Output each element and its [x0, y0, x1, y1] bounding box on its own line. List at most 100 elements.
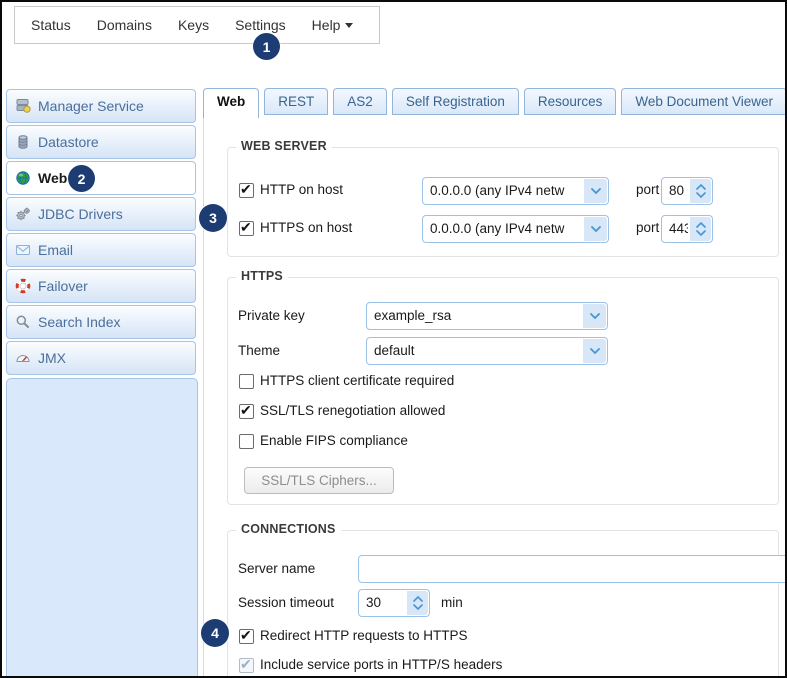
globe-icon: [15, 170, 31, 186]
sidebar-nav: Manager Service Datastore Web JDBC Drive…: [6, 89, 198, 377]
search-icon: [15, 314, 31, 330]
annotation-badge-2: 2: [68, 165, 95, 192]
help-label: Help: [312, 17, 341, 33]
menu-item-help[interactable]: Help: [312, 17, 354, 33]
chevron-down-icon: [591, 188, 601, 194]
http-host-value: 0.0.0.0 (any IPv4 netw: [430, 178, 582, 204]
https-legend: HTTPS: [236, 269, 288, 283]
https-on-host-label[interactable]: HTTPS on host: [260, 220, 352, 236]
session-timeout-spinner[interactable]: 30: [358, 589, 430, 617]
redirect-http-checkbox[interactable]: [239, 629, 254, 644]
sidebar-panel: [6, 378, 198, 678]
sidebar-item-jdbc-drivers[interactable]: JDBC Drivers: [6, 197, 196, 231]
private-key-value: example_rsa: [374, 303, 581, 329]
tab-self-registration[interactable]: Self Registration: [392, 88, 519, 115]
web-server-legend: WEB SERVER: [236, 139, 332, 153]
server-name-label: Server name: [238, 561, 315, 577]
spinner-up-icon[interactable]: [696, 184, 706, 190]
sidebar-item-email[interactable]: Email: [6, 233, 196, 267]
top-menu-bar: Status Domains Keys Settings Help: [14, 6, 380, 44]
gauge-icon: [15, 350, 31, 366]
spinner-up-icon[interactable]: [696, 222, 706, 228]
sidebar-item-label: JDBC Drivers: [38, 206, 123, 222]
client-cert-required-checkbox[interactable]: [239, 374, 254, 389]
sidebar-item-jmx[interactable]: JMX: [6, 341, 196, 375]
sidebar-item-label: Email: [38, 242, 73, 258]
spinner-down-icon[interactable]: [696, 230, 706, 236]
ssl-tls-ciphers-button[interactable]: SSL/TLS Ciphers...: [244, 467, 394, 494]
spinner-down-icon[interactable]: [413, 604, 423, 610]
https-section: HTTPS Private key example_rsa Theme defa…: [227, 277, 779, 505]
theme-select[interactable]: default: [366, 337, 608, 365]
spinner-up-icon[interactable]: [413, 596, 423, 602]
http-port-value[interactable]: 80: [669, 178, 688, 204]
annotation-badge-1: 1: [253, 33, 280, 60]
theme-label: Theme: [238, 343, 280, 359]
server-name-input[interactable]: [358, 555, 787, 583]
sidebar-item-failover[interactable]: Failover: [6, 269, 196, 303]
tab-web[interactable]: Web: [203, 88, 259, 118]
tab-web-document-viewer[interactable]: Web Document Viewer: [621, 88, 787, 115]
content-divider: [203, 117, 204, 676]
tab-resources[interactable]: Resources: [524, 88, 617, 115]
client-cert-required-label[interactable]: HTTPS client certificate required: [260, 373, 454, 389]
http-port-spinner[interactable]: 80: [661, 177, 713, 205]
https-port-value[interactable]: 443: [669, 216, 688, 242]
settings-web-screen: Status Domains Keys Settings Help 1 2 3 …: [0, 0, 787, 678]
chevron-down-icon: [590, 313, 600, 319]
sidebar-item-manager-service[interactable]: Manager Service: [6, 89, 196, 123]
chevron-down-icon: [590, 348, 600, 354]
menu-item-domains[interactable]: Domains: [97, 17, 152, 33]
envelope-icon: [15, 242, 31, 258]
server-icon: [15, 98, 31, 114]
spinner-down-icon[interactable]: [696, 192, 706, 198]
connections-section: CONNECTIONS Server name Session timeout …: [227, 530, 779, 678]
http-host-select[interactable]: 0.0.0.0 (any IPv4 netw: [422, 177, 609, 205]
fips-compliance-label[interactable]: Enable FIPS compliance: [260, 433, 408, 449]
tab-bar: Web REST AS2 Self Registration Resources…: [203, 88, 787, 118]
session-timeout-value[interactable]: 30: [366, 590, 405, 616]
gears-icon: [15, 206, 31, 222]
web-server-section: WEB SERVER HTTP on host 0.0.0.0 (any IPv…: [227, 147, 779, 257]
sidebar-item-label: JMX: [38, 350, 66, 366]
http-on-host-checkbox[interactable]: [239, 183, 254, 198]
https-on-host-checkbox[interactable]: [239, 221, 254, 236]
sidebar-item-datastore[interactable]: Datastore: [6, 125, 196, 159]
https-port-spinner[interactable]: 443: [661, 215, 713, 243]
session-timeout-label: Session timeout: [238, 595, 334, 611]
database-icon: [15, 134, 31, 150]
lifebuoy-icon: [15, 278, 31, 294]
menu-item-status[interactable]: Status: [31, 17, 71, 33]
ssl-renegotiation-label[interactable]: SSL/TLS renegotiation allowed: [260, 403, 445, 419]
private-key-label: Private key: [238, 308, 305, 324]
https-host-value: 0.0.0.0 (any IPv4 netw: [430, 216, 582, 242]
sidebar-item-label: Datastore: [38, 134, 99, 150]
https-port-label: port: [636, 220, 659, 236]
annotation-badge-3: 3: [199, 204, 227, 232]
sidebar-item-search-index[interactable]: Search Index: [6, 305, 196, 339]
session-timeout-unit: min: [441, 595, 463, 611]
http-on-host-label[interactable]: HTTP on host: [260, 182, 343, 198]
ssl-renegotiation-checkbox[interactable]: [239, 404, 254, 419]
redirect-http-label[interactable]: Redirect HTTP requests to HTTPS: [260, 628, 468, 644]
annotation-badge-4: 4: [201, 619, 229, 647]
https-host-select[interactable]: 0.0.0.0 (any IPv4 netw: [422, 215, 609, 243]
private-key-select[interactable]: example_rsa: [366, 302, 608, 330]
menu-item-keys[interactable]: Keys: [178, 17, 209, 33]
include-service-ports-checkbox: [239, 658, 254, 673]
menu-item-settings[interactable]: Settings: [235, 17, 286, 33]
sidebar-item-label: Search Index: [38, 314, 121, 330]
include-service-ports-label: Include service ports in HTTP/S headers: [260, 657, 502, 673]
sidebar-item-label: Manager Service: [38, 98, 144, 114]
chevron-down-icon: [591, 226, 601, 232]
http-port-label: port: [636, 182, 659, 198]
sidebar-item-web[interactable]: Web: [6, 161, 196, 195]
caret-down-icon: [345, 23, 353, 28]
fips-compliance-checkbox[interactable]: [239, 434, 254, 449]
theme-value: default: [374, 338, 581, 364]
sidebar-item-label: Web: [38, 170, 67, 186]
sidebar-item-label: Failover: [38, 278, 88, 294]
tab-as2[interactable]: AS2: [333, 88, 387, 115]
tab-rest[interactable]: REST: [264, 88, 328, 115]
connections-legend: CONNECTIONS: [236, 522, 341, 536]
